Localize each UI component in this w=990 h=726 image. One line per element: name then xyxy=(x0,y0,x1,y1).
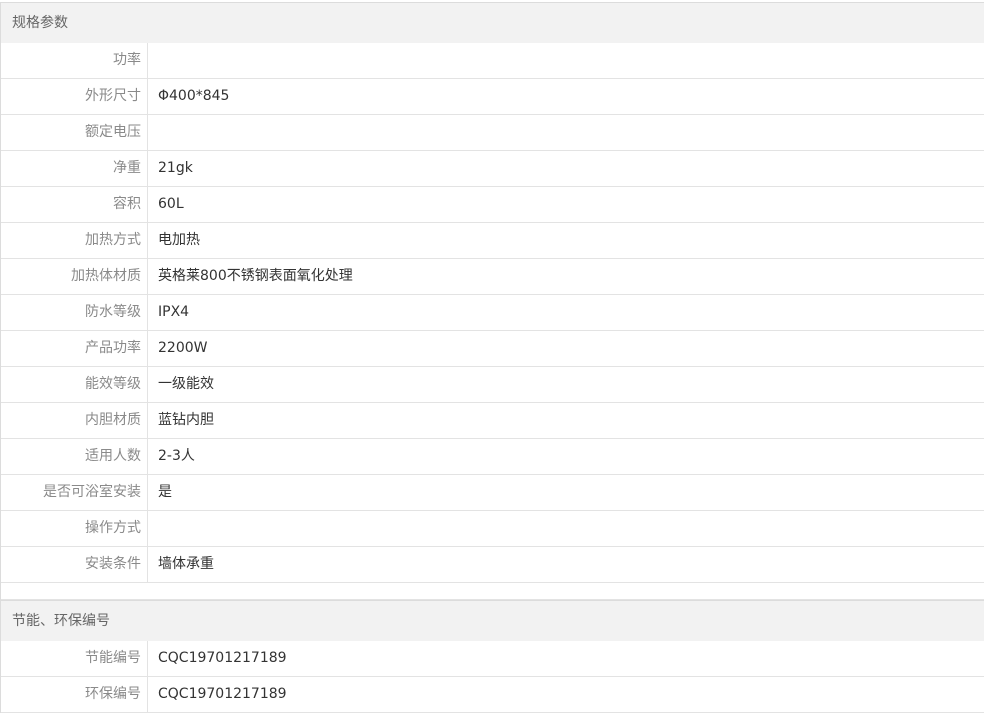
spec-row: 加热方式 电加热 xyxy=(1,223,984,259)
spec-label: 环保编号 xyxy=(1,677,148,712)
spec-page: 规格参数 功率 外形尺寸 Φ400*845 额定电压 净重 21gk 容积 60… xyxy=(0,2,984,713)
spec-row: 适用人数 2-3人 xyxy=(1,439,984,475)
spec-value: 2-3人 xyxy=(158,448,195,464)
spec-row: 安装条件 墙体承重 xyxy=(1,547,984,583)
spec-value: 是 xyxy=(158,484,172,500)
spec-value: IPX4 xyxy=(158,304,190,320)
spec-row: 能效等级 一级能效 xyxy=(1,367,984,403)
spec-row: 环保编号 CQC19701217189 xyxy=(1,677,984,713)
spec-row: 节能编号 CQC19701217189 xyxy=(1,641,984,677)
spec-value: 蓝钻内胆 xyxy=(158,412,214,428)
section-title: 节能、环保编号 xyxy=(1,601,984,641)
spec-label: 加热体材质 xyxy=(1,259,148,294)
spec-value: 一级能效 xyxy=(158,376,214,392)
spec-value: Φ400*845 xyxy=(158,88,230,104)
eco-section: 节能、环保编号 节能编号 CQC19701217189 环保编号 CQC1970… xyxy=(0,600,984,713)
spec-value: 英格莱800不锈钢表面氧化处理 xyxy=(158,268,353,284)
spec-value xyxy=(148,43,158,78)
spec-row: 容积 60L xyxy=(1,187,984,223)
spec-value xyxy=(148,115,158,150)
spec-label: 是否可浴室安装 xyxy=(1,475,148,510)
spec-label: 净重 xyxy=(1,151,148,186)
spec-row: 外形尺寸 Φ400*845 xyxy=(1,79,984,115)
spec-row: 是否可浴室安装 是 xyxy=(1,475,984,511)
spec-label: 防水等级 xyxy=(1,295,148,330)
spec-label: 外形尺寸 xyxy=(1,79,148,114)
spec-row: 净重 21gk xyxy=(1,151,984,187)
spec-row: 功率 xyxy=(1,43,984,79)
spec-label: 容积 xyxy=(1,187,148,222)
spec-value: CQC19701217189 xyxy=(158,686,287,702)
spec-label: 节能编号 xyxy=(1,641,148,676)
spec-label: 适用人数 xyxy=(1,439,148,474)
spec-value xyxy=(148,511,158,546)
spec-value: 墙体承重 xyxy=(158,556,214,572)
spec-label: 能效等级 xyxy=(1,367,148,402)
spec-label: 内胆材质 xyxy=(1,403,148,438)
spec-row: 额定电压 xyxy=(1,115,984,151)
section-title: 规格参数 xyxy=(1,3,984,43)
spec-value: 21gk xyxy=(158,160,193,176)
spec-label: 操作方式 xyxy=(1,511,148,546)
section-spacer xyxy=(1,583,984,600)
spec-section: 规格参数 功率 外形尺寸 Φ400*845 额定电压 净重 21gk 容积 60… xyxy=(0,2,984,600)
spec-label: 产品功率 xyxy=(1,331,148,366)
spec-value: 60L xyxy=(158,196,184,212)
spec-label: 安装条件 xyxy=(1,547,148,582)
spec-row: 操作方式 xyxy=(1,511,984,547)
spec-row: 产品功率 2200W xyxy=(1,331,984,367)
spec-row: 内胆材质 蓝钻内胆 xyxy=(1,403,984,439)
spec-value: 电加热 xyxy=(158,232,200,248)
spec-value: 2200W xyxy=(158,340,208,356)
spec-row: 防水等级 IPX4 xyxy=(1,295,984,331)
spec-row: 加热体材质 英格莱800不锈钢表面氧化处理 xyxy=(1,259,984,295)
spec-label: 额定电压 xyxy=(1,115,148,150)
spec-label: 功率 xyxy=(1,43,148,78)
spec-value: CQC19701217189 xyxy=(158,650,287,666)
spec-label: 加热方式 xyxy=(1,223,148,258)
